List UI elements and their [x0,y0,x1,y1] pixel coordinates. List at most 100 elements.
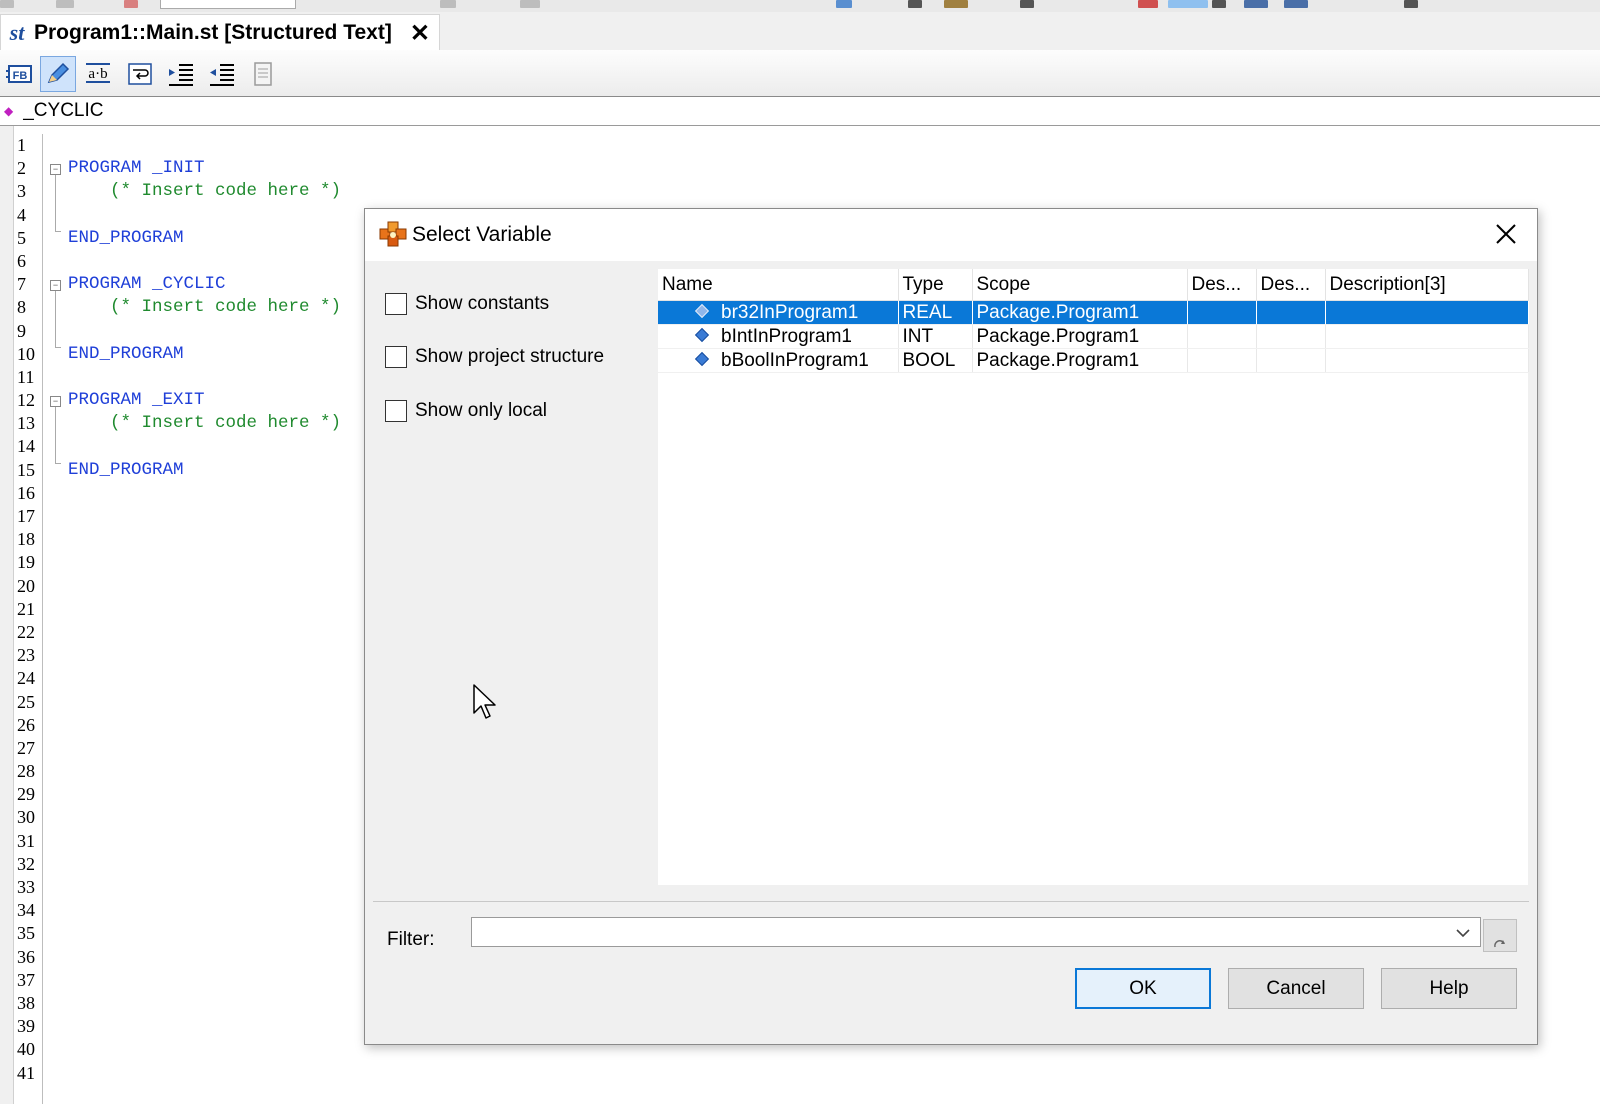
line-number: 32 [17,853,35,874]
toolbar-button-remnant[interactable] [520,0,540,8]
outdent-button[interactable] [204,56,240,92]
toolbar-button-remnant[interactable] [836,0,852,8]
variable-icon [694,328,710,343]
show-constants-checkbox[interactable] [385,293,407,315]
refresh-icon [1494,940,1505,948]
toolbar-button-remnant[interactable] [1284,0,1308,8]
code-line[interactable]: PROGRAM _CYCLIC [68,273,341,296]
breadcrumb-text[interactable]: _CYCLIC [23,100,103,122]
document-button[interactable] [245,56,281,92]
column-header-description-2[interactable]: Des... [1256,269,1326,301]
column-header-description-1[interactable]: Des... [1187,269,1257,301]
variable-name: bIntInProgram1 [721,325,852,347]
show-constants-option[interactable]: Show constants [385,293,549,315]
toolbar-dropdown-remnant[interactable] [1212,0,1226,8]
chevron-down-icon[interactable] [1453,923,1473,943]
code-line[interactable]: (* Insert code here *) [68,180,341,203]
fold-toggle-icon[interactable]: − [50,396,61,407]
line-number: 13 [17,413,35,434]
show-only-local-checkbox[interactable] [385,400,407,422]
code-line[interactable]: (* Insert code here *) [68,412,341,435]
help-button[interactable]: Help [1381,968,1517,1009]
toolbar-button-remnant[interactable] [56,0,74,8]
select-variable-dialog: Select Variable Show constants Show proj… [364,208,1538,1045]
code-line[interactable] [68,435,341,458]
mouse-pointer-icon [473,684,496,719]
ok-button[interactable]: OK [1075,968,1211,1009]
show-project-structure-label: Show project structure [415,346,605,367]
code-line[interactable]: PROGRAM _EXIT [68,389,341,412]
code-line[interactable]: PROGRAM _INIT [68,157,341,180]
fold-guide-end [55,463,61,464]
code-line[interactable] [68,250,341,273]
program-section-icon: ◆ [4,104,14,118]
variable-type-cell: BOOL [898,348,973,373]
outdent-icon [210,64,234,86]
show-project-structure-checkbox[interactable] [385,346,407,368]
toolbar-button-remnant[interactable] [944,0,968,8]
line-numbers: 1 2 3 4 5 6 7 8 9 10 11 12 13 14 15 16 17 18 19 20 21 22 23 24 2… [14,134,43,1104]
rename-button[interactable]: a·b [80,56,116,92]
structured-text-icon: st [9,20,25,45]
variable-name: br32InProgram1 [721,301,859,323]
variable-type-cell: REAL [898,300,973,325]
variable-list[interactable]: Name Type Scope Des... Des... Descriptio… [658,269,1529,885]
toolbar-button-remnant[interactable] [1168,0,1208,8]
code-line[interactable]: (* Insert code here *) [68,296,341,319]
toolbar-combo-field[interactable] [160,0,296,9]
toolbar-dropdown-remnant[interactable] [1404,0,1418,8]
toolbar-button-remnant[interactable] [0,0,14,8]
code-text[interactable]: PROGRAM _INIT (* Insert code here *) END… [68,134,341,482]
apply-filter-button[interactable] [1483,919,1517,952]
dialog-title-bar[interactable]: Select Variable [365,209,1537,261]
table-row[interactable]: bBoolInProgram1 BOOL Package.Program1 [658,348,1529,373]
toolbar-button-remnant[interactable] [440,0,456,8]
document-icon [254,62,272,86]
table-row[interactable]: br32InProgram1 REAL Package.Program1 [658,300,1529,325]
fold-toggle-icon[interactable]: − [50,280,61,291]
word-wrap-button[interactable] [122,56,158,92]
word-wrap-icon [128,63,152,85]
code-line[interactable]: END_PROGRAM [68,459,341,482]
toolbar-dropdown-remnant[interactable] [908,0,922,8]
line-number: 7 [17,274,26,295]
code-line[interactable] [68,134,341,157]
line-number: 11 [17,366,35,387]
column-header-name[interactable]: Name [658,269,899,301]
filter-input[interactable] [471,917,1481,947]
svg-text:a·b: a·b [88,66,107,82]
cancel-button[interactable]: Cancel [1228,968,1364,1009]
fold-guide [55,175,56,231]
show-only-local-label: Show only local [415,400,548,421]
toolbar-button-remnant[interactable] [124,0,138,8]
fold-toggle-icon[interactable]: − [50,164,61,175]
toolbar-button-remnant[interactable] [1138,0,1158,8]
code-line[interactable] [68,320,341,343]
line-number: 40 [17,1039,35,1060]
code-line[interactable]: END_PROGRAM [68,227,341,250]
table-row[interactable]: bIntInProgram1 INT Package.Program1 [658,324,1529,349]
line-number: 39 [17,1016,35,1037]
toolbar-dropdown-remnant[interactable] [1020,0,1034,8]
close-icon[interactable] [1493,221,1519,247]
variable-icon [694,304,710,319]
toolbar-button-remnant[interactable] [1244,0,1268,8]
code-line[interactable] [68,204,341,227]
tab-close-icon[interactable]: ✕ [410,19,430,48]
function-block-button[interactable]: FB [2,56,38,92]
line-number: 14 [17,436,35,457]
indent-button[interactable] [163,56,199,92]
insert-variable-button[interactable] [40,56,76,92]
column-header-scope[interactable]: Scope [972,269,1188,301]
code-line[interactable]: END_PROGRAM [68,343,341,366]
show-project-structure-option[interactable]: Show project structure [385,346,604,368]
variable-description-1-cell [1187,348,1257,373]
line-number: 15 [17,459,35,480]
show-only-local-option[interactable]: Show only local [385,400,547,422]
tab-main-st[interactable]: st Program1::Main.st [Structured Text] ✕ [0,14,440,51]
code-line[interactable] [68,366,341,389]
line-number: 12 [17,390,35,411]
column-header-description-3[interactable]: Description[3] [1325,269,1529,301]
variable-icon [694,352,710,367]
column-header-type[interactable]: Type [898,269,973,301]
